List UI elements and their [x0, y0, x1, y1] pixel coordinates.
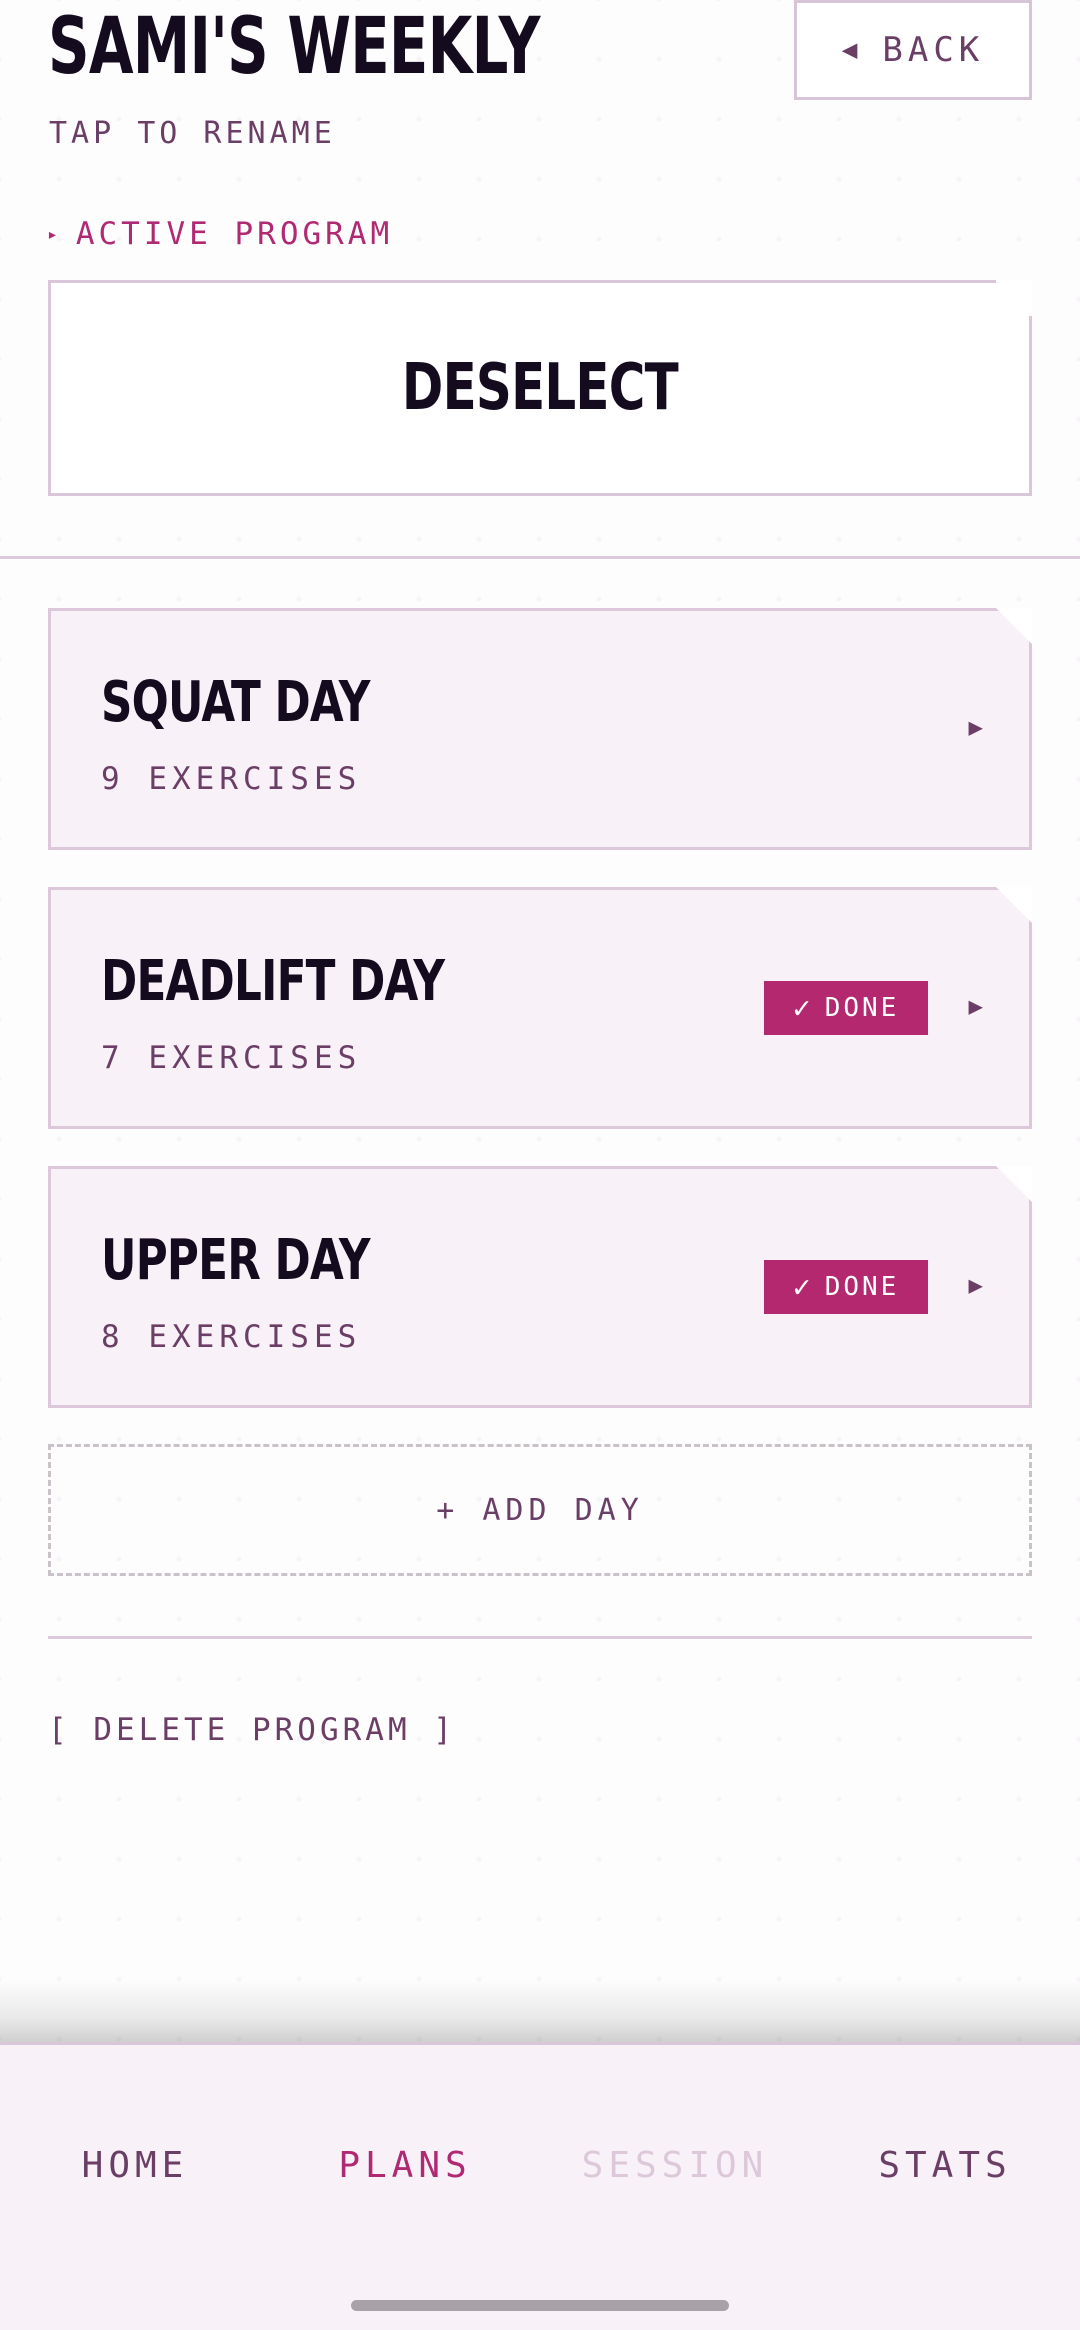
- done-badge: ✓ DONE: [764, 981, 928, 1035]
- delete-program-button[interactable]: [ DELETE PROGRAM ]: [48, 1712, 456, 1748]
- day-card-deadlift[interactable]: DEADLIFT DAY 7 EXERCISES ✓ DONE ▶: [48, 887, 1032, 1129]
- nav-home[interactable]: HOME: [0, 2145, 270, 2186]
- chevron-right-icon: ▶: [968, 1271, 983, 1299]
- nav-plans[interactable]: PLANS: [270, 2145, 540, 2186]
- nav-shadow: [0, 1980, 1080, 2042]
- card-corner: [996, 608, 1032, 644]
- day-name: DEADLIFT DAY: [101, 949, 445, 1014]
- deselect-label: DESELECT: [402, 351, 679, 425]
- done-label: DONE: [824, 993, 900, 1023]
- done-badge: ✓ DONE: [764, 1260, 928, 1314]
- day-name: SQUAT DAY: [101, 670, 370, 735]
- page-title[interactable]: SAMI'S WEEKLY: [48, 2, 540, 92]
- nav-session[interactable]: SESSION: [540, 2145, 810, 2186]
- day-name: UPPER DAY: [101, 1228, 370, 1293]
- rename-hint: TAP TO RENAME: [49, 116, 336, 151]
- card-corner: [996, 1166, 1032, 1202]
- back-button-label: BACK: [882, 30, 985, 70]
- exercise-count: 8 EXERCISES: [101, 1319, 362, 1355]
- exercise-count: 9 EXERCISES: [101, 761, 362, 797]
- day-card-squat[interactable]: SQUAT DAY 9 EXERCISES ▶: [48, 608, 1032, 850]
- active-program-heading: ▸ ACTIVE PROGRAM: [47, 216, 393, 252]
- active-program-label: ACTIVE PROGRAM: [75, 216, 394, 252]
- card-corner: [996, 887, 1032, 923]
- triangle-right-icon: ▸: [47, 224, 62, 245]
- deselect-button[interactable]: DESELECT: [48, 280, 1032, 496]
- exercise-count: 7 EXERCISES: [101, 1040, 362, 1076]
- back-button[interactable]: ◀ BACK: [794, 0, 1032, 100]
- check-icon: ✓: [792, 1269, 811, 1305]
- chevron-right-icon: ▶: [968, 713, 983, 741]
- back-arrow-icon: ◀: [841, 35, 863, 65]
- card-notch: [996, 280, 1032, 316]
- chevron-right-icon: ▶: [968, 992, 983, 1020]
- add-day-button[interactable]: + ADD DAY: [48, 1444, 1032, 1576]
- nav-stats[interactable]: STATS: [810, 2145, 1080, 2186]
- done-label: DONE: [824, 1272, 900, 1302]
- home-indicator[interactable]: [351, 2300, 729, 2311]
- day-card-upper[interactable]: UPPER DAY 8 EXERCISES ✓ DONE ▶: [48, 1166, 1032, 1408]
- section-divider: [0, 556, 1080, 559]
- footer-divider: [48, 1636, 1032, 1639]
- check-icon: ✓: [792, 990, 811, 1026]
- bottom-nav: HOME PLANS SESSION STATS: [0, 2042, 1080, 2330]
